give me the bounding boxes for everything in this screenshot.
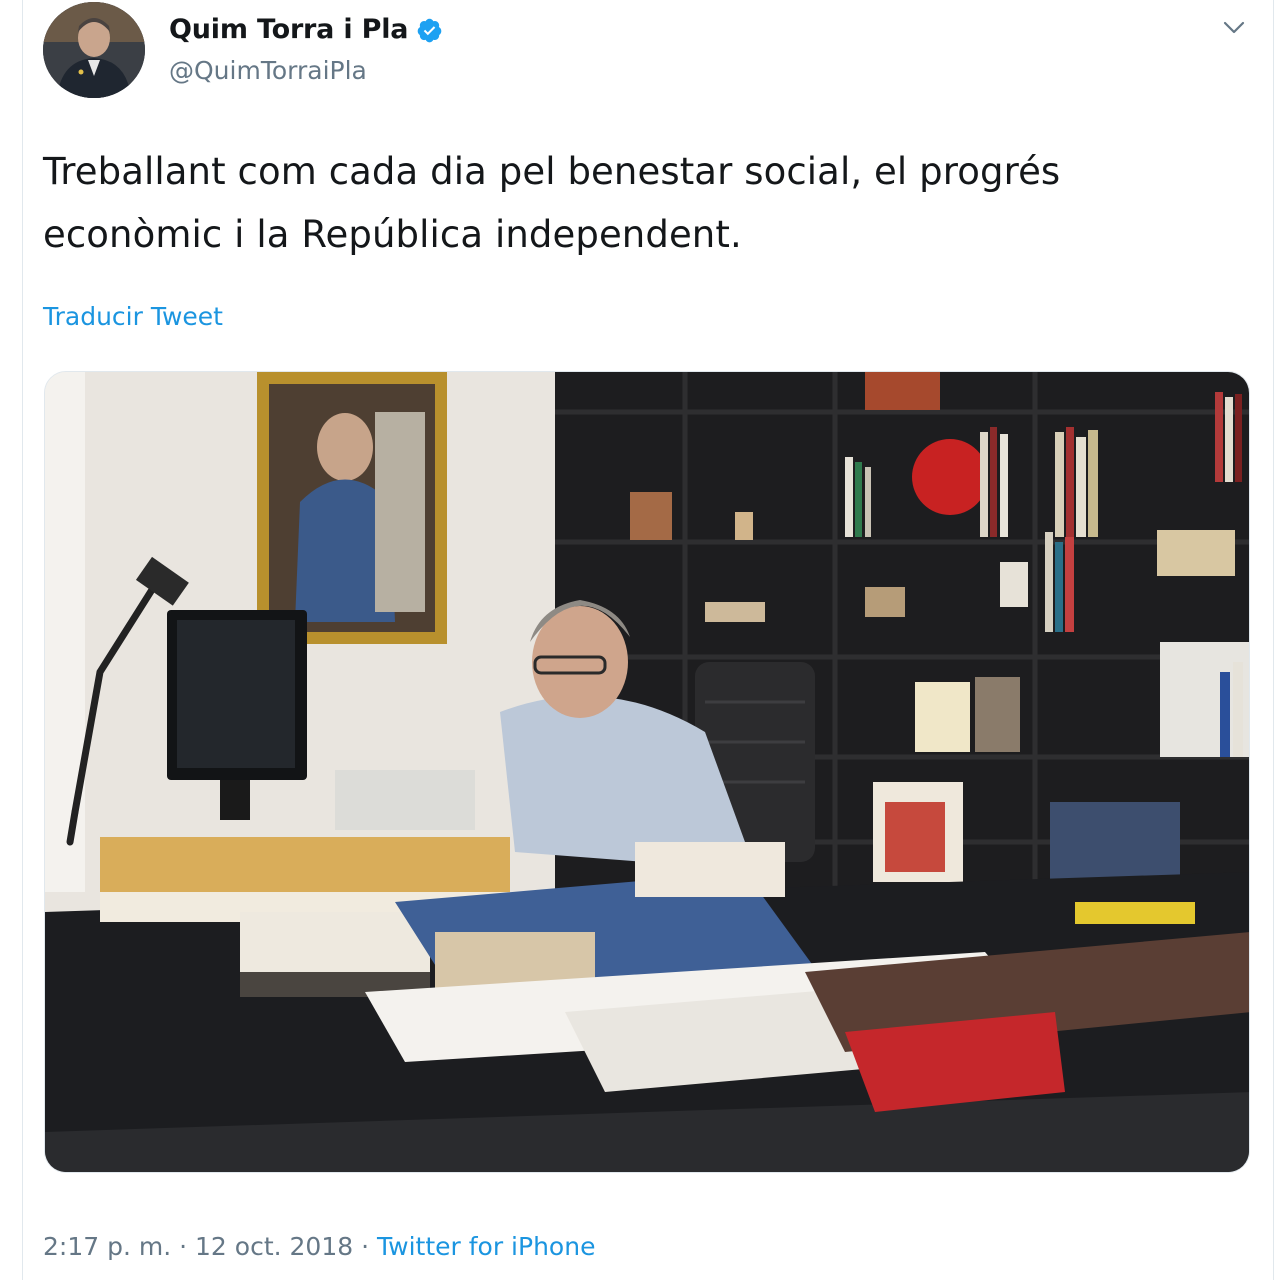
chevron-down-icon[interactable]: [1223, 20, 1245, 36]
translate-tweet-link[interactable]: Traducir Tweet: [43, 302, 223, 331]
tweet-card: Quim Torra i Pla @QuimTorraiPla Treballa…: [22, 0, 1274, 1280]
tweet-meta: 2:17 p. m. · 12 oct. 2018 · Twitter for …: [43, 1232, 595, 1261]
meta-separator: ·: [179, 1232, 188, 1261]
tweet-source-link[interactable]: Twitter for iPhone: [377, 1232, 595, 1261]
tweet-text: Treballant com cada dia pel benestar soc…: [43, 150, 1061, 256]
author-display-name[interactable]: Quim Torra i Pla: [169, 14, 409, 45]
avatar[interactable]: [43, 2, 145, 98]
author-handle[interactable]: @QuimTorraiPla: [169, 56, 367, 85]
tweet-photo[interactable]: [44, 371, 1250, 1173]
meta-separator: ·: [361, 1232, 370, 1261]
verified-badge-icon: [416, 17, 443, 44]
tweet-time[interactable]: 2:17 p. m.: [43, 1232, 171, 1261]
tweet-date[interactable]: 12 oct. 2018: [195, 1232, 353, 1261]
